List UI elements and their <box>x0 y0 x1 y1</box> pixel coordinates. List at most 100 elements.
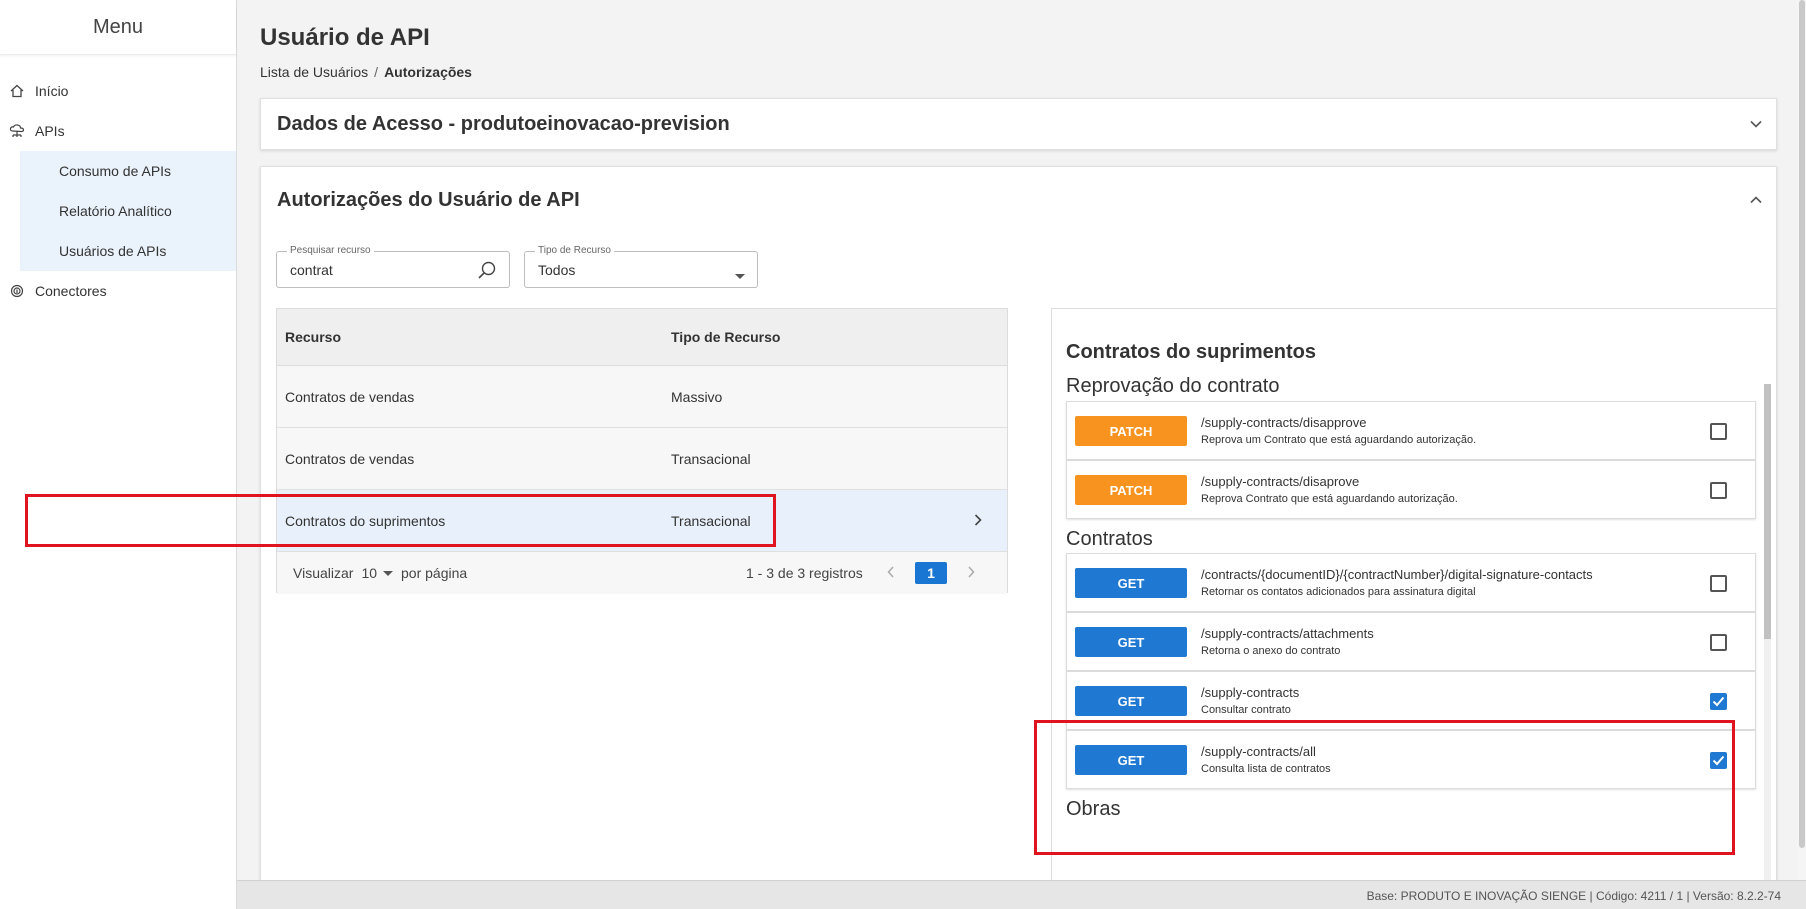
endpoint-path: /supply-contracts/attachments <box>1201 626 1374 641</box>
cell-resource: Contratos de vendas <box>285 388 415 405</box>
endpoint-checkbox[interactable] <box>1710 634 1727 651</box>
search-value: contrat <box>290 262 333 278</box>
sidebar-item-relatorio-analitico[interactable]: Relatório Analítico <box>20 191 236 231</box>
access-data-panel[interactable]: Dados de Acesso - produtoeinovacao-previ… <box>260 98 1777 150</box>
group-title: Obras <box>1066 798 1121 820</box>
cell-type: Transacional <box>671 512 751 529</box>
sidebar-item-consumo-de-apis[interactable]: Consumo de APIs <box>20 151 236 191</box>
page-scrollbar-thumb[interactable] <box>1799 0 1805 848</box>
sidebar-item-inicio[interactable]: Início <box>0 71 236 111</box>
group-title: Reprovação do contrato <box>1066 375 1280 397</box>
breadcrumb-separator: / <box>374 64 379 80</box>
endpoint-description: Reprova um Contrato que está aguardando … <box>1201 434 1477 446</box>
pager: 1 <box>887 562 975 584</box>
endpoint-path: /supply-contracts/all <box>1201 744 1316 759</box>
chevron-right-icon[interactable] <box>973 513 983 530</box>
endpoint-checkbox-checked[interactable] <box>1710 752 1727 769</box>
column-header-tipo[interactable]: Tipo de Recurso <box>671 329 961 345</box>
resource-search-input[interactable]: Pesquisar recurso contrat <box>276 245 510 288</box>
resource-type-select[interactable]: Tipo de Recurso Todos <box>524 245 758 288</box>
sidebar-item-apis[interactable]: APIs <box>0 111 236 151</box>
endpoint-path: /contracts/{documentID}/{contractNumber}… <box>1201 567 1593 582</box>
access-panel-title: Dados de Acesso - produtoeinovacao-previ… <box>277 113 730 135</box>
endpoint-checkbox[interactable] <box>1710 575 1727 592</box>
table-pagination: Visualizar 10 por página 1 - 3 de 3 regi… <box>277 552 1007 594</box>
authorizations-panel: Autorizações do Usuário de API Pesquisar… <box>260 166 1777 881</box>
endpoint-card: PATCH /supply-contracts/disapprove Repro… <box>1066 401 1756 460</box>
search-label: Pesquisar recurso <box>287 245 374 256</box>
show-label: Visualizar <box>293 565 354 581</box>
main-content: Usuário de API Lista de Usuários / Autoriz… <box>237 0 1797 881</box>
endpoint-description: Consulta lista de contratos <box>1201 763 1331 775</box>
checkmark-icon <box>1712 696 1725 707</box>
detail-title: Contratos do suprimentos <box>1066 341 1317 363</box>
caret-down-icon <box>383 570 394 576</box>
endpoint-path: /supply-contracts/disaprove <box>1201 474 1360 489</box>
table-row[interactable]: Contratos de vendas Transacional <box>277 428 1007 490</box>
method-badge: GET <box>1075 686 1187 716</box>
page-title: Usuário de API <box>260 24 430 51</box>
sidebar-title: Menu <box>0 0 236 55</box>
page-size-value: 10 <box>361 565 378 581</box>
sidebar-item-label: APIs <box>35 123 65 139</box>
endpoint-card: PATCH /supply-contracts/disaprove Reprov… <box>1066 460 1756 519</box>
scrollbar-thumb[interactable] <box>1764 384 1771 639</box>
breadcrumb: Lista de Usuários / Autorizações <box>260 64 472 80</box>
endpoint-description: Reprova Contrato que está aguardando aut… <box>1201 493 1458 505</box>
type-value: Todos <box>538 262 576 278</box>
sidebar-item-conectores[interactable]: Conectores <box>0 271 236 311</box>
status-bar: Base: PRODUTO E INOVAÇÃO SIENGE | Código… <box>237 880 1806 909</box>
column-header-recurso[interactable]: Recurso <box>277 329 671 345</box>
table-header: Recurso Tipo de Recurso <box>277 309 1007 366</box>
status-text: Base: PRODUTO E INOVAÇÃO SIENGE | Código… <box>1366 889 1781 903</box>
endpoint-card: GET /contracts/{documentID}/{contractNum… <box>1066 553 1756 612</box>
endpoint-description: Retornar os contatos adicionados para as… <box>1201 586 1476 598</box>
resources-table: Recurso Tipo de Recurso Contratos de ven… <box>276 308 1008 594</box>
search-icon[interactable] <box>477 260 497 285</box>
sidebar-item-label: Conectores <box>35 283 107 299</box>
home-icon <box>9 83 25 99</box>
cell-resource: Contratos de vendas <box>285 450 415 467</box>
caret-down-icon <box>735 267 745 285</box>
checkmark-icon <box>1712 755 1725 766</box>
fingerprint-icon <box>9 283 25 299</box>
breadcrumb-parent-link[interactable]: Lista de Usuários <box>260 64 368 80</box>
endpoint-checkbox[interactable] <box>1710 423 1727 440</box>
auth-panel-title: Autorizações do Usuário de API <box>277 189 580 211</box>
endpoint-card: GET /supply-contracts/all Consulta lista… <box>1066 730 1756 789</box>
cell-resource: Contratos do suprimentos <box>285 512 446 529</box>
endpoint-card: GET /supply-contracts/attachments Retorn… <box>1066 612 1756 671</box>
sidebar-item-label: Início <box>35 83 69 99</box>
page-number-button[interactable]: 1 <box>915 562 947 584</box>
cell-type: Massivo <box>671 388 723 405</box>
chevron-left-icon[interactable] <box>887 565 895 581</box>
chevron-right-icon[interactable] <box>967 565 975 581</box>
cloud-network-icon <box>9 123 25 139</box>
endpoint-checkbox-checked[interactable] <box>1710 693 1727 710</box>
endpoint-checkbox[interactable] <box>1710 482 1727 499</box>
method-badge: GET <box>1075 627 1187 657</box>
apis-submenu: Consumo de APIs Relatório Analítico Usuá… <box>20 151 236 271</box>
type-label: Tipo de Recurso <box>535 245 614 256</box>
breadcrumb-current: Autorizações <box>384 64 472 80</box>
chevron-up-icon[interactable] <box>1748 192 1764 208</box>
method-badge: GET <box>1075 745 1187 775</box>
records-count: 1 - 3 de 3 registros <box>746 565 863 581</box>
table-row-selected[interactable]: Contratos do suprimentos Transacional <box>277 490 1007 552</box>
endpoint-description: Consultar contrato <box>1201 704 1291 716</box>
endpoint-path: /supply-contracts/disapprove <box>1201 415 1367 430</box>
per-page-label: por página <box>401 565 468 581</box>
table-row[interactable]: Contratos de vendas Massivo <box>277 366 1007 428</box>
endpoint-description: Retorna o anexo do contrato <box>1201 645 1341 657</box>
group-title: Contratos <box>1066 528 1153 550</box>
sidebar: Menu Início APIs Consumo de APIs Relatór… <box>0 0 237 909</box>
resource-detail-panel: Contratos do suprimentos Reprovação do c… <box>1051 308 1777 881</box>
page-size-selector[interactable]: Visualizar 10 por página <box>293 565 467 581</box>
endpoint-card: GET /supply-contracts Consultar contrato <box>1066 671 1756 730</box>
method-badge: GET <box>1075 568 1187 598</box>
chevron-down-icon[interactable] <box>1748 116 1764 132</box>
method-badge: PATCH <box>1075 416 1187 446</box>
endpoint-path: /supply-contracts <box>1201 685 1300 700</box>
sidebar-item-usuarios-de-apis[interactable]: Usuários de APIs <box>20 231 236 271</box>
method-badge: PATCH <box>1075 475 1187 505</box>
